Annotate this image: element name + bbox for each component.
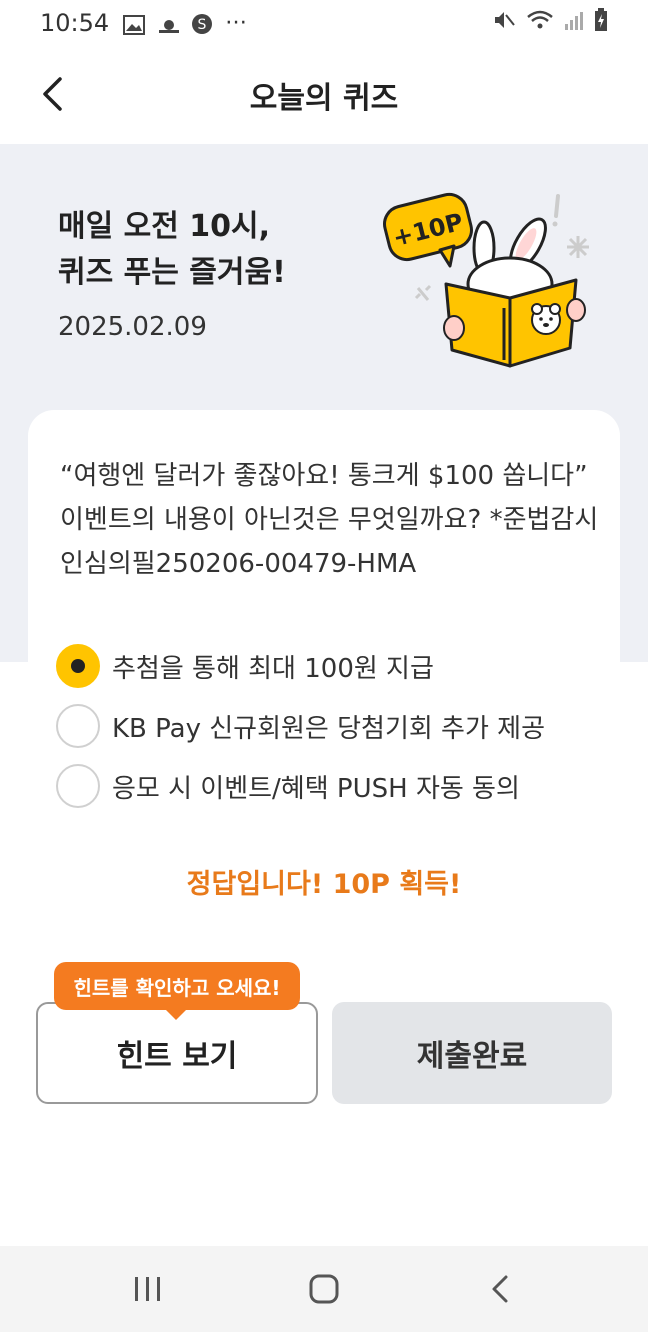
- radio-unselected-icon[interactable]: [56, 704, 100, 748]
- back-button[interactable]: [30, 72, 74, 116]
- battery-icon: [594, 8, 608, 38]
- rabbit-reading-illustration: +10P: [380, 188, 600, 368]
- recents-icon: [135, 1277, 160, 1301]
- status-right: [492, 8, 608, 38]
- mute-icon: [492, 9, 516, 37]
- option-3[interactable]: 응모 시 이벤트/혜택 PUSH 자동 동의: [56, 756, 616, 816]
- app-header: 오늘의 퀴즈: [0, 46, 648, 144]
- radio-unselected-icon[interactable]: [56, 764, 100, 808]
- more-icon: ⋯: [225, 10, 248, 35]
- home-icon: [309, 1274, 339, 1304]
- quiz-question: “여행엔 달러가 좋잖아요! 통크게 $100 쏩니다” 이벤트의 내용이 아닌…: [60, 461, 599, 579]
- system-nav-bar: [0, 1246, 648, 1332]
- home-button[interactable]: [294, 1259, 354, 1319]
- submit-button[interactable]: 제출완료: [332, 1002, 612, 1104]
- status-bar: 10:54 S ⋯: [0, 0, 648, 46]
- status-time: 10:54: [40, 9, 110, 37]
- option-1[interactable]: 추첨을 통해 최대 100원 지급: [56, 636, 616, 696]
- nav-back-button[interactable]: [470, 1259, 530, 1319]
- radio-selected-icon[interactable]: [56, 644, 100, 688]
- answer-options: 추첨을 통해 최대 100원 지급 KB Pay 신규회원은 당첨기회 추가 제…: [56, 636, 616, 816]
- s-icon: S: [191, 13, 213, 34]
- wifi-icon: [526, 9, 554, 37]
- option-label: 추첨을 통해 최대 100원 지급: [112, 653, 434, 684]
- option-label: 응모 시 이벤트/혜택 PUSH 자동 동의: [112, 773, 520, 804]
- option-label: KB Pay 신규회원은 당첨기회 추가 제공: [112, 713, 546, 744]
- hint-tooltip: 힌트를 확인하고 오세요!: [54, 962, 300, 1020]
- svg-text:S: S: [198, 17, 207, 33]
- nav-back-icon: [492, 1275, 508, 1303]
- option-2[interactable]: KB Pay 신규회원은 당첨기회 추가 제공: [56, 696, 616, 756]
- hero-title-line2: 퀴즈 푸는 즐거움!: [58, 255, 286, 290]
- gallery-icon: [123, 13, 146, 35]
- page-title: 오늘의 퀴즈: [249, 81, 399, 116]
- hero-title-line1: 매일 오전 10시,: [58, 209, 271, 244]
- weather-icon: [157, 13, 180, 33]
- signal-icon: [564, 9, 584, 37]
- hero-title: 매일 오전 10시, 퀴즈 푸는 즐거움!: [58, 204, 286, 296]
- quiz-date: 2025.02.09: [58, 312, 207, 342]
- back-icon: [43, 77, 62, 111]
- result-message: 정답입니다! 10P 획득!: [186, 869, 462, 900]
- recents-button[interactable]: [118, 1259, 178, 1319]
